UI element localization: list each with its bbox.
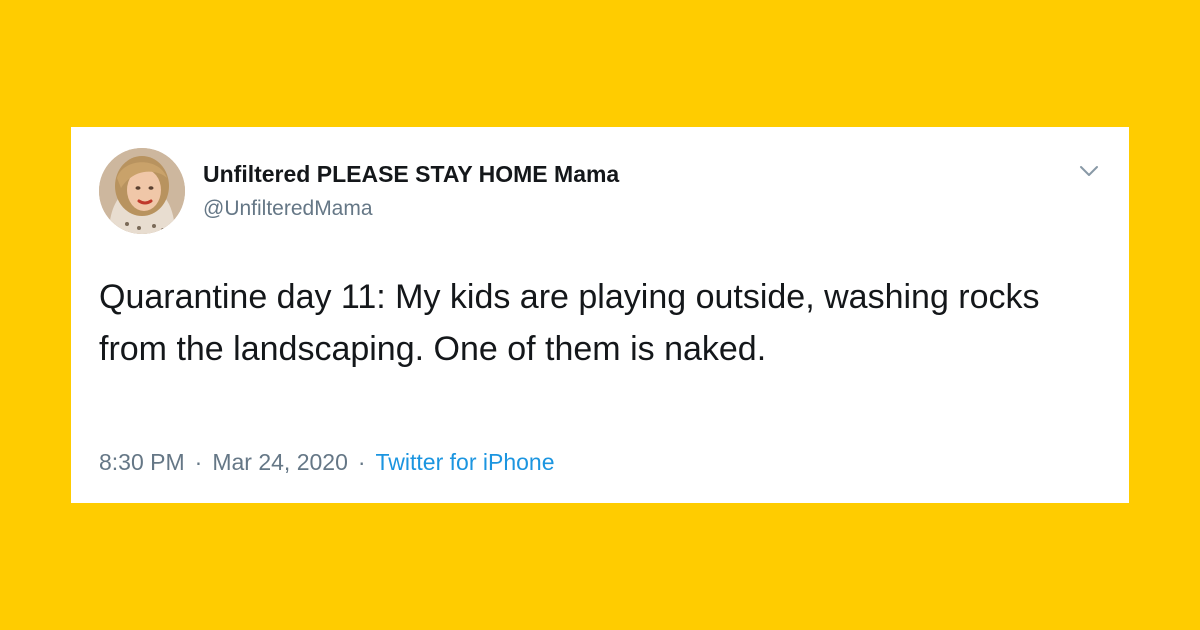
profile-photo-icon bbox=[99, 148, 185, 234]
tweet-metadata: 8:30 PM · Mar 24, 2020 · Twitter for iPhone bbox=[99, 449, 555, 476]
tweet-source-link[interactable]: Twitter for iPhone bbox=[376, 449, 555, 475]
avatar[interactable] bbox=[99, 148, 185, 234]
chevron-down-icon bbox=[1080, 166, 1098, 176]
tweet-menu-button[interactable] bbox=[1074, 161, 1104, 181]
tweet-text: Quarantine day 11: My kids are playing o… bbox=[99, 278, 1040, 368]
tweet-date[interactable]: Mar 24, 2020 bbox=[212, 449, 348, 475]
separator-dot: · bbox=[357, 449, 366, 475]
tweet-card: Unfiltered PLEASE STAY HOME Mama @Unfilt… bbox=[71, 127, 1129, 503]
tweet-time[interactable]: 8:30 PM bbox=[99, 449, 185, 475]
separator-dot: · bbox=[194, 449, 203, 475]
author-display-name[interactable]: Unfiltered PLEASE STAY HOME Mama bbox=[203, 161, 619, 188]
author-handle[interactable]: @UnfilteredMama bbox=[203, 197, 373, 221]
